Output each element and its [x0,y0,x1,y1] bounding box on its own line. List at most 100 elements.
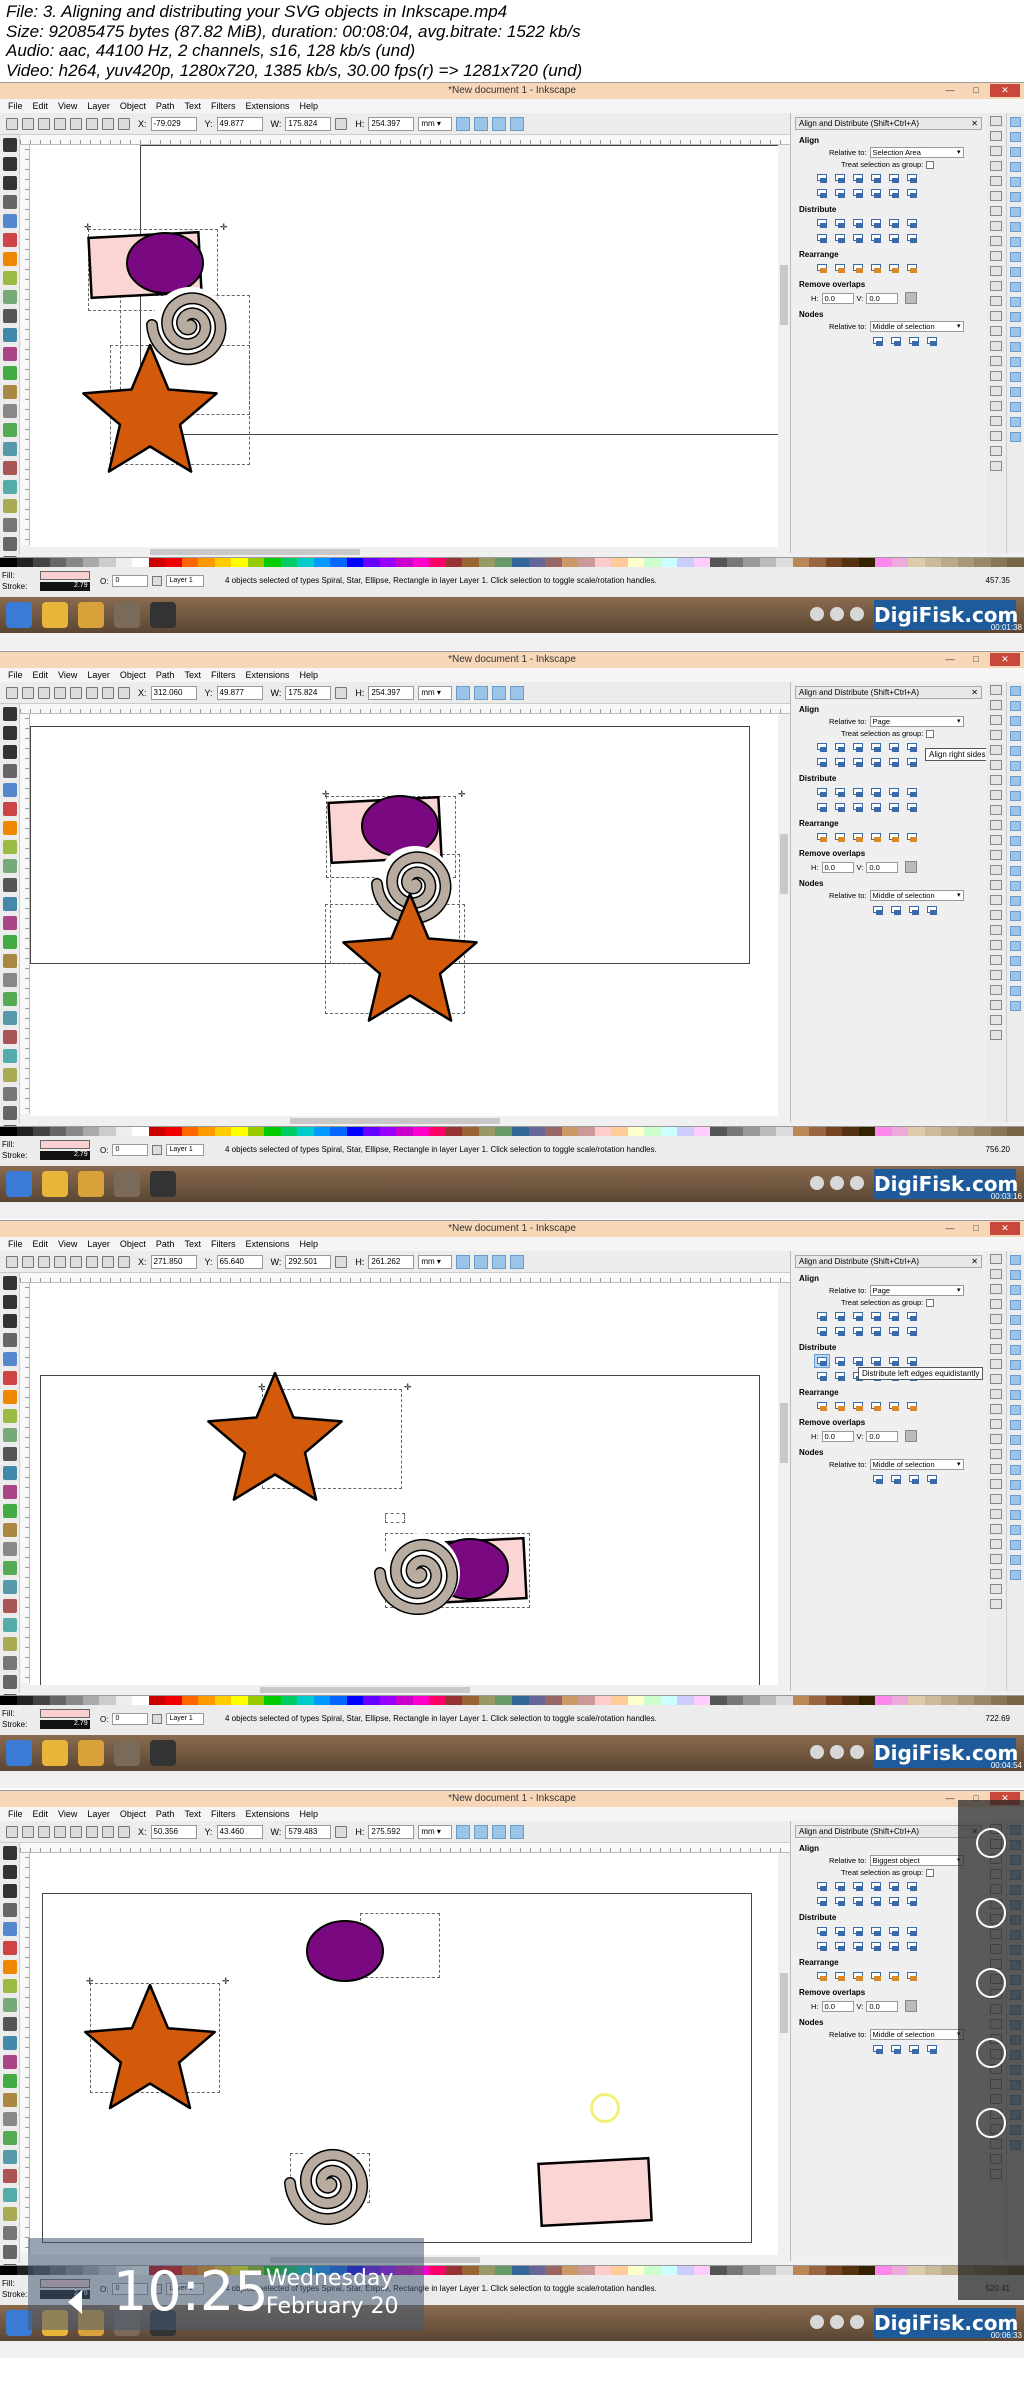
command-icon[interactable] [990,805,1002,815]
x-field[interactable]: 50.356 [150,1824,197,1839]
w-field[interactable]: 292.501 [285,1254,332,1269]
distribute-icon[interactable] [851,801,865,813]
inkscape-icon[interactable] [150,1171,176,1197]
tool-icon[interactable] [2,1087,17,1101]
align-edge-icon[interactable] [869,1325,883,1337]
node-align-icon[interactable] [871,335,885,347]
tool-icon[interactable] [2,1352,17,1366]
tray-icon[interactable] [830,2315,844,2329]
vertical-scroll-thumb[interactable] [780,1403,788,1463]
distribute-icon[interactable] [815,1940,829,1952]
tool-icon[interactable] [2,1922,17,1936]
align-edge-icon[interactable] [851,756,865,768]
scale-toggle-icon[interactable] [474,116,489,131]
vertical-scrollbar[interactable] [778,1283,790,1685]
command-icon[interactable] [990,1524,1002,1534]
minimize-icon[interactable]: — [938,653,962,666]
tool-icon[interactable] [2,1504,17,1518]
command-icon[interactable] [990,730,1002,740]
inkscape-icon[interactable] [150,1740,176,1766]
orange-star[interactable] [84,1983,216,2110]
tool-icon[interactable] [2,2226,17,2240]
menu-item-edit[interactable]: Edit [33,1237,49,1251]
scale-toggle-icon[interactable] [492,1824,507,1839]
tool-icon[interactable] [2,1447,17,1461]
snap-icon[interactable] [1010,1315,1021,1325]
h-field[interactable]: 275.592 [368,1824,415,1839]
file-explorer-icon[interactable] [78,1171,104,1197]
scale-toggle-icon[interactable] [456,1824,471,1839]
snap-icon[interactable] [1010,731,1021,741]
snap-icon[interactable] [1010,1555,1021,1565]
taskbar-app-icon[interactable] [114,602,140,628]
command-icon[interactable] [990,296,1002,306]
tool-icon[interactable] [2,2055,17,2069]
node-align-icon[interactable] [889,1473,903,1485]
transform-toggle-icon[interactable] [6,117,18,130]
align-edge-icon[interactable] [833,1325,847,1337]
transform-toggle-icon[interactable] [86,1255,98,1268]
orange-star[interactable] [207,1371,343,1501]
menu-item-layer[interactable]: Layer [87,668,110,682]
tool-icon[interactable] [2,1295,17,1309]
snap-icon[interactable] [1010,716,1021,726]
command-icon[interactable] [990,1599,1002,1609]
overlap-h-field[interactable]: 0.0 [821,861,854,873]
rearrange-icon[interactable] [869,831,883,843]
transform-toggle-icon[interactable] [102,1255,114,1268]
command-icon[interactable] [990,236,1002,246]
chrome-icon[interactable] [42,602,68,628]
rearrange-icon[interactable] [833,831,847,843]
tray-icon[interactable] [830,1176,844,1190]
tool-icon[interactable] [2,157,17,171]
distribute-icon[interactable] [851,1940,865,1952]
command-icon[interactable] [990,161,1002,171]
command-icon[interactable] [990,1284,1002,1294]
menu-item-view[interactable]: View [58,99,77,113]
distribute-icon[interactable] [887,1925,901,1937]
align-edge-icon[interactable] [869,1880,883,1892]
snap-icon[interactable] [1010,267,1021,277]
vertical-scroll-thumb[interactable] [780,1973,788,2033]
dialog-close-icon[interactable]: ✕ [971,687,978,698]
align-edge-icon[interactable] [887,756,901,768]
menu-item-filters[interactable]: Filters [211,668,236,682]
close-icon[interactable]: ✕ [990,84,1020,97]
transform-toggle-icon[interactable] [38,686,50,699]
search-charm-icon[interactable] [976,1828,1006,1858]
transform-toggle-icon[interactable] [54,686,66,699]
menu-item-layer[interactable]: Layer [87,1237,110,1251]
tool-icon[interactable] [2,347,17,361]
w-field[interactable]: 175.824 [285,685,332,700]
command-icon[interactable] [990,326,1002,336]
node-align-icon[interactable] [907,904,921,916]
scale-toggle-icon[interactable] [492,1254,507,1269]
menu-item-view[interactable]: View [58,1807,77,1821]
align-edge-icon[interactable] [815,756,829,768]
command-icon[interactable] [990,1269,1002,1279]
distribute-icon[interactable] [815,217,829,229]
menu-item-object[interactable]: Object [120,1807,146,1821]
command-icon[interactable] [990,341,1002,351]
scale-toggle-icon[interactable] [474,1254,489,1269]
snap-icon[interactable] [1010,132,1021,142]
tool-icon[interactable] [2,176,17,190]
taskbar-app-icon[interactable] [114,1740,140,1766]
snap-icon[interactable] [1010,1570,1021,1580]
snap-icon[interactable] [1010,761,1021,771]
x-field[interactable]: 312.060 [150,685,197,700]
selection-handle[interactable]: ✛ [222,1977,230,1986]
maximize-icon[interactable]: □ [964,84,988,97]
tool-icon[interactable] [2,783,17,797]
align-edge-icon[interactable] [887,1325,901,1337]
menu-item-text[interactable]: Text [184,668,201,682]
snap-icon[interactable] [1010,686,1021,696]
tool-icon[interactable] [2,954,17,968]
command-icon[interactable] [990,206,1002,216]
layer-visibility-icon[interactable] [152,1145,163,1155]
rearrange-icon[interactable] [905,831,919,843]
command-icon[interactable] [990,1449,1002,1459]
command-icon[interactable] [990,1374,1002,1384]
menu-item-text[interactable]: Text [184,1807,201,1821]
x-field[interactable]: -79.029 [150,116,197,131]
